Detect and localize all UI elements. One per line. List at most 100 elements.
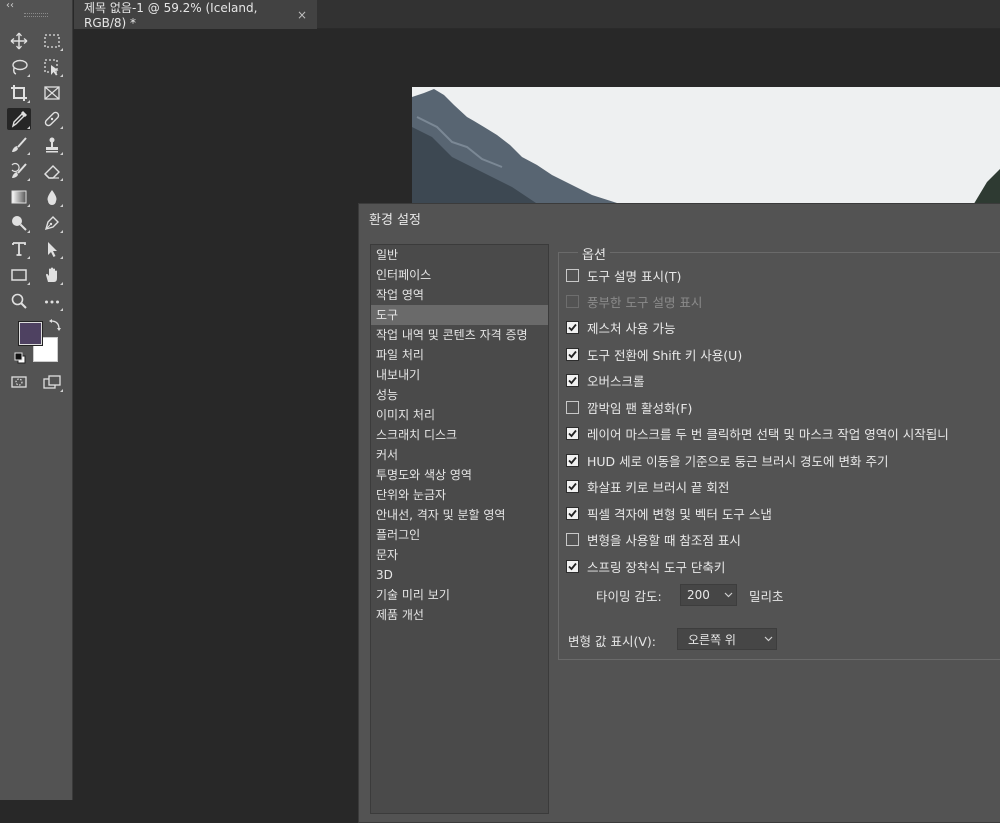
category-item-product-improvement[interactable]: 제품 개선 xyxy=(371,605,548,625)
option-label: 픽셀 격자에 변형 및 벡터 도구 스냅 xyxy=(587,506,772,522)
screen-mode-icon[interactable] xyxy=(40,371,64,393)
type-tool-icon[interactable] xyxy=(7,238,31,260)
blur-tool-icon[interactable] xyxy=(40,186,64,208)
chevron-down-icon[interactable] xyxy=(760,636,776,642)
checkbox[interactable] xyxy=(566,453,579,467)
option-label: 깜박임 팬 활성화(F) xyxy=(587,400,693,416)
timing-sensitivity-label: 타이밍 감도: xyxy=(596,589,662,604)
category-list: 일반 인터페이스 작업 영역 도구 작업 내역 및 콘텐츠 자격 증명 파일 처… xyxy=(370,244,549,814)
option-flick-panning[interactable]: 깜박임 팬 활성화(F) xyxy=(566,398,692,416)
category-item-transparency[interactable]: 투명도와 색상 영역 xyxy=(371,465,548,485)
option-label: 변형을 사용할 때 참조점 표시 xyxy=(587,532,741,548)
option-label: 레이어 마스크를 두 번 클릭하면 선택 및 마스크 작업 영역이 시작됩니 xyxy=(587,426,949,442)
category-item-units[interactable]: 단위와 눈금자 xyxy=(371,485,548,505)
crop-tool-icon[interactable] xyxy=(7,82,31,104)
hand-tool-icon[interactable] xyxy=(40,264,64,286)
category-item-workspace[interactable]: 작업 영역 xyxy=(371,285,548,305)
close-icon[interactable]: × xyxy=(297,8,307,22)
checkbox xyxy=(566,294,579,308)
more-tools-icon[interactable] xyxy=(40,290,64,312)
option-label: 풍부한 도구 설명 표시 xyxy=(587,294,703,310)
timing-unit-label: 밀리초 xyxy=(749,589,784,604)
option-show-reference-point[interactable]: 변형을 사용할 때 참조점 표시 xyxy=(566,530,741,548)
chevron-down-icon[interactable] xyxy=(720,592,736,598)
checkbox[interactable] xyxy=(566,268,579,282)
dialog-title: 환경 설정 xyxy=(369,213,421,228)
eyedropper-tool-icon[interactable] xyxy=(7,108,31,130)
checkbox[interactable] xyxy=(566,532,579,546)
preferences-dialog: 환경 설정 일반 인터페이스 작업 영역 도구 작업 내역 및 콘텐츠 자격 증… xyxy=(358,203,1000,823)
option-show-tooltips[interactable]: 도구 설명 표시(T) xyxy=(566,266,681,284)
category-item-tech-previews[interactable]: 기술 미리 보기 xyxy=(371,585,548,605)
rectangle-tool-icon[interactable] xyxy=(7,264,31,286)
category-item-image-processing[interactable]: 이미지 처리 xyxy=(371,405,548,425)
pen-tool-icon[interactable] xyxy=(40,212,64,234)
option-label: 화살표 키로 브러시 끝 회전 xyxy=(587,479,730,495)
option-snap-pixel-grid[interactable]: 픽셀 격자에 변형 및 벡터 도구 스냅 xyxy=(566,504,772,522)
category-item-scratch-disks[interactable]: 스크래치 디스크 xyxy=(371,425,548,445)
foreground-color-swatch[interactable] xyxy=(18,321,43,346)
checkbox[interactable] xyxy=(566,426,579,440)
default-colors-icon[interactable] xyxy=(14,352,26,364)
checkbox[interactable] xyxy=(566,320,579,334)
marquee-tool-icon[interactable] xyxy=(40,30,64,52)
category-item-3d[interactable]: 3D xyxy=(371,565,548,585)
category-item-cursors[interactable]: 커서 xyxy=(371,445,548,465)
category-item-plugins[interactable]: 플러그인 xyxy=(371,525,548,545)
timing-sensitivity-value: 200 xyxy=(687,588,710,602)
options-legend: 옵션 xyxy=(578,244,610,263)
swap-colors-icon[interactable] xyxy=(48,318,62,332)
option-layer-mask-double-click[interactable]: 레이어 마스크를 두 번 클릭하면 선택 및 마스크 작업 영역이 시작됩니 xyxy=(566,424,949,442)
zoom-tool-icon[interactable] xyxy=(7,290,31,312)
option-label: 제스처 사용 가능 xyxy=(587,320,676,336)
healing-brush-tool-icon[interactable] xyxy=(40,108,64,130)
lasso-tool-icon[interactable] xyxy=(7,56,31,78)
option-hud-hardness[interactable]: HUD 세로 이동을 기준으로 둥근 브러시 경도에 변화 주기 xyxy=(566,451,888,469)
option-label: 도구 설명 표시(T) xyxy=(587,268,682,284)
object-select-tool-icon[interactable] xyxy=(40,56,64,78)
path-select-tool-icon[interactable] xyxy=(40,238,64,260)
option-arrow-key-rotate[interactable]: 화살표 키로 브러시 끝 회전 xyxy=(566,477,729,495)
category-item-guides[interactable]: 안내선, 격자 및 분할 영역 xyxy=(371,505,548,525)
tools-panel: ‹‹ xyxy=(0,0,73,800)
dodge-tool-icon[interactable] xyxy=(7,212,31,234)
category-item-type[interactable]: 문자 xyxy=(371,545,548,565)
checkbox[interactable] xyxy=(566,559,579,573)
option-enable-gestures[interactable]: 제스처 사용 가능 xyxy=(566,318,675,336)
option-label: HUD 세로 이동을 기준으로 둥근 브러시 경도에 변화 주기 xyxy=(587,453,889,469)
eraser-tool-icon[interactable] xyxy=(40,160,64,182)
category-item-performance[interactable]: 성능 xyxy=(371,385,548,405)
collapse-panel-icon[interactable]: ‹‹ xyxy=(6,0,14,11)
transform-values-select[interactable]: 오른쪽 위 xyxy=(677,628,777,650)
timing-sensitivity-input[interactable]: 200 xyxy=(680,584,737,606)
transform-values-label: 변형 값 표시(V): xyxy=(568,634,656,649)
transform-values-value: 오른쪽 위 xyxy=(688,632,736,647)
gradient-tool-icon[interactable] xyxy=(7,186,31,208)
checkbox[interactable] xyxy=(566,373,579,387)
brush-tool-icon[interactable] xyxy=(7,134,31,156)
category-item-interface[interactable]: 인터페이스 xyxy=(371,265,548,285)
option-label: 스프링 장착식 도구 단축키 xyxy=(587,559,726,575)
clone-stamp-tool-icon[interactable] xyxy=(40,134,64,156)
document-tab-bar: 제목 없음-1 @ 59.2% (Iceland, RGB/8) * × xyxy=(74,0,1000,30)
panel-grip[interactable] xyxy=(24,13,48,17)
category-item-export[interactable]: 내보내기 xyxy=(371,365,548,385)
document-tab-title: 제목 없음-1 @ 59.2% (Iceland, RGB/8) * xyxy=(84,1,258,30)
option-overscroll[interactable]: 오버스크롤 xyxy=(566,371,645,389)
checkbox[interactable] xyxy=(566,400,579,414)
quick-mask-icon[interactable] xyxy=(7,371,31,393)
checkbox[interactable] xyxy=(566,347,579,361)
frame-tool-icon[interactable] xyxy=(40,82,64,104)
document-tab[interactable]: 제목 없음-1 @ 59.2% (Iceland, RGB/8) * × xyxy=(74,0,317,30)
checkbox[interactable] xyxy=(566,479,579,493)
category-item-file-handling[interactable]: 파일 처리 xyxy=(371,345,548,365)
option-shift-tool-switch[interactable]: 도구 전환에 Shift 키 사용(U) xyxy=(566,345,742,363)
category-item-history[interactable]: 작업 내역 및 콘텐츠 자격 증명 xyxy=(371,325,548,345)
move-tool-icon[interactable] xyxy=(7,30,31,52)
checkbox[interactable] xyxy=(566,506,579,520)
option-spring-loaded-tools[interactable]: 스프링 장착식 도구 단축키 xyxy=(566,557,725,575)
option-rich-tooltips: 풍부한 도구 설명 표시 xyxy=(566,292,702,310)
history-brush-tool-icon[interactable] xyxy=(7,160,31,182)
category-item-general[interactable]: 일반 xyxy=(371,245,548,265)
category-item-tools[interactable]: 도구 xyxy=(371,305,548,325)
